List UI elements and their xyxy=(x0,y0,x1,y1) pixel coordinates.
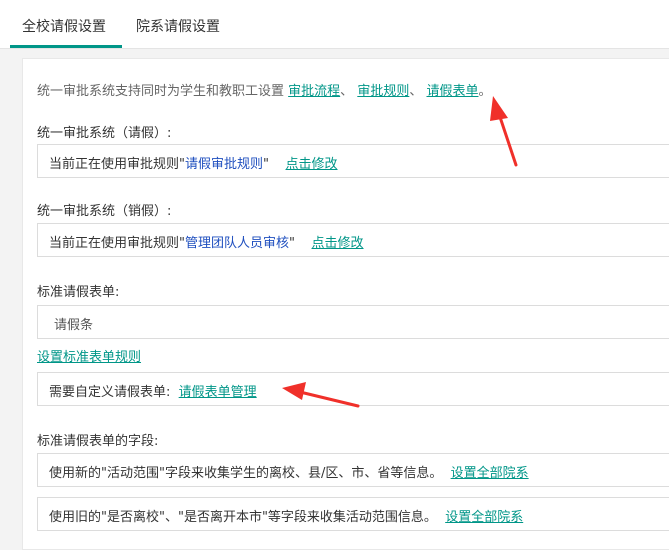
custom-form-line: 需要自定义请假表单: 请假表单管理 xyxy=(49,381,257,400)
tab-bar: 全校请假设置 院系请假设置 xyxy=(0,0,669,49)
cancel-rule-name: 管理团队人员审核 xyxy=(184,236,289,251)
cancel-approval-title: 统一审批系统（销假）: xyxy=(37,204,172,219)
standard-form-select[interactable]: 请假条 xyxy=(37,305,669,339)
old-fields-text: 使用旧的"是否离校"、"是否离开本市"等字段来收集活动范围信息。 xyxy=(49,510,437,525)
tab-department-leave-settings[interactable]: 院系请假设置 xyxy=(136,16,220,36)
cancel-suffix: " xyxy=(289,236,295,251)
leave-form-link[interactable]: 请假表单 xyxy=(426,84,478,99)
new-fields-line: 使用新的"活动范围"字段来收集学生的离校、县/区、市、省等信息。 设置全部院系 xyxy=(49,462,529,481)
leave-approval-box: 当前正在使用审批规则"请假审批规则" 点击修改 xyxy=(37,144,669,178)
cancel-approval-box: 当前正在使用审批规则"管理团队人员审核" 点击修改 xyxy=(37,223,669,257)
leave-form-management-link[interactable]: 请假表单管理 xyxy=(179,385,257,400)
leave-modify-link[interactable]: 点击修改 xyxy=(286,157,338,172)
new-fields-set-all-link[interactable]: 设置全部院系 xyxy=(451,466,529,481)
new-fields-box: 使用新的"活动范围"字段来收集学生的离校、县/区、市、省等信息。 设置全部院系 xyxy=(37,453,669,487)
cancel-prefix: 当前正在使用审批规则" xyxy=(49,236,185,251)
leave-suffix: " xyxy=(263,157,269,172)
intro-line: 统一审批系统支持同时为学生和教职工设置 审批流程、 审批规则、 请假表单。 xyxy=(37,80,492,99)
old-fields-box: 使用旧的"是否离校"、"是否离开本市"等字段来收集活动范围信息。 设置全部院系 xyxy=(37,497,669,531)
approval-flow-link[interactable]: 审批流程 xyxy=(288,84,340,99)
standard-form-value: 请假条 xyxy=(54,318,94,333)
separator: 、 xyxy=(340,84,354,99)
tab-school-leave-settings[interactable]: 全校请假设置 xyxy=(22,16,106,36)
leave-rule-name: 请假审批规则 xyxy=(184,157,263,172)
active-tab-indicator xyxy=(10,45,122,48)
separator: 、 xyxy=(409,84,423,99)
old-fields-set-all-link[interactable]: 设置全部院系 xyxy=(445,510,523,525)
new-fields-text: 使用新的"活动范围"字段来收集学生的离校、县/区、市、省等信息。 xyxy=(49,466,443,481)
intro-end: 。 xyxy=(478,84,492,99)
intro-text: 统一审批系统支持同时为学生和教职工设置 xyxy=(37,84,289,99)
old-fields-line: 使用旧的"是否离校"、"是否离开本市"等字段来收集活动范围信息。 设置全部院系 xyxy=(49,506,523,525)
leave-approval-line: 当前正在使用审批规则"请假审批规则" 点击修改 xyxy=(49,153,338,172)
custom-form-box: 需要自定义请假表单: 请假表单管理 xyxy=(37,372,669,406)
cancel-approval-line: 当前正在使用审批规则"管理团队人员审核" 点击修改 xyxy=(49,232,364,251)
leave-prefix: 当前正在使用审批规则" xyxy=(49,157,185,172)
standard-form-rules-row: 设置标准表单规则 xyxy=(37,346,141,365)
approval-rules-link[interactable]: 审批规则 xyxy=(357,84,409,99)
form-fields-title: 标准请假表单的字段: xyxy=(37,434,159,449)
custom-form-text: 需要自定义请假表单: xyxy=(49,385,171,400)
standard-form-title: 标准请假表单: xyxy=(37,285,120,300)
cancel-modify-link[interactable]: 点击修改 xyxy=(312,236,364,251)
standard-form-rules-link[interactable]: 设置标准表单规则 xyxy=(37,350,141,365)
leave-approval-title: 统一审批系统（请假）: xyxy=(37,126,172,141)
